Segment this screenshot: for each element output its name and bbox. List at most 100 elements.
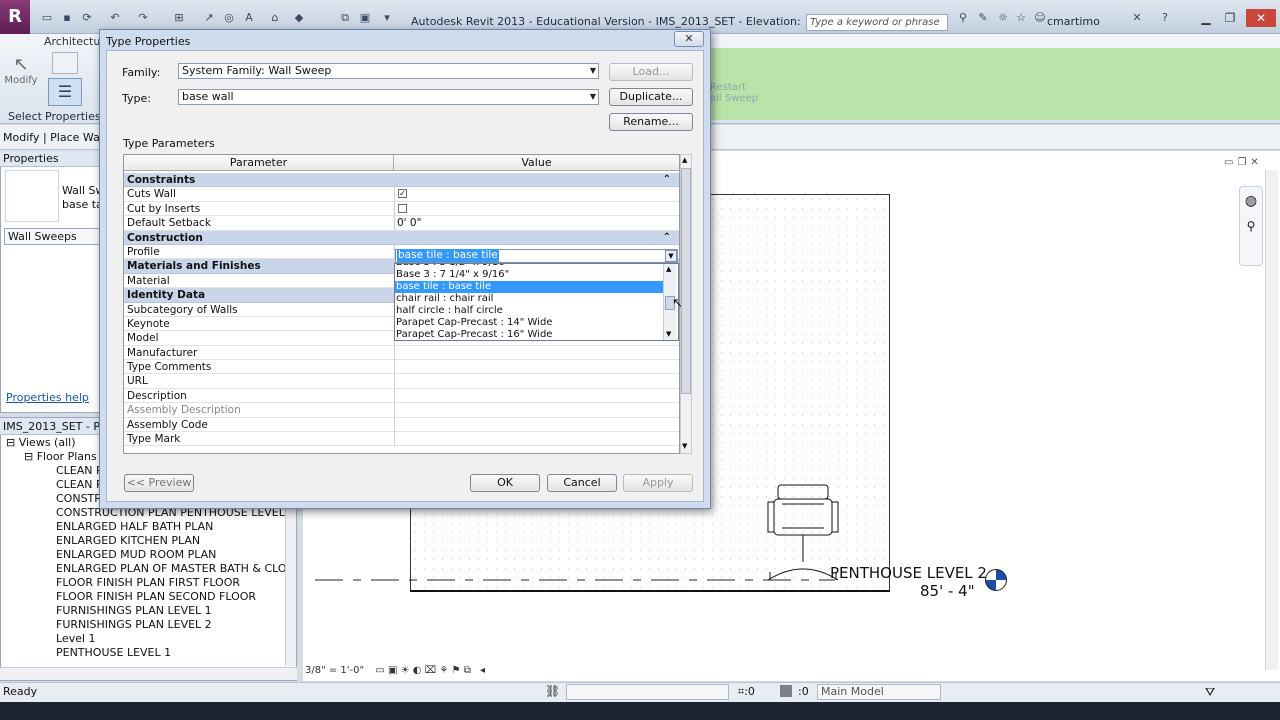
browser-horizontal-scrollbar[interactable]	[0, 667, 297, 680]
select-panel-label[interactable]: Select	[8, 110, 42, 123]
reveal-hidden-icon[interactable]: ⚑	[452, 665, 461, 676]
grid-scroll-thumb[interactable]	[681, 168, 691, 394]
view-scale[interactable]: 3/8" = 1'-0"	[305, 665, 364, 676]
profile-option[interactable]: Parapet Cap-Precast : 14" Wide	[395, 317, 663, 329]
browser-tree-item[interactable]: FURNISHINGS PLAN LEVEL 1	[4, 604, 288, 618]
sun-path-icon[interactable]: ☀	[401, 665, 410, 676]
browser-tree-item[interactable]: PENTHOUSE LEVEL 1	[4, 646, 288, 660]
parameter-group-row[interactable]: Constraints ⌃	[124, 173, 679, 188]
binoculars-icon[interactable]: ⚲	[956, 12, 970, 24]
properties-button[interactable]: ☰	[48, 78, 82, 106]
redo-icon[interactable]: ↷	[136, 12, 150, 24]
browser-tree-item[interactable]: FLOOR FINISH PLAN SECOND FLOOR	[4, 590, 288, 604]
filter-icon[interactable]: ⛛	[1205, 685, 1215, 700]
profile-option[interactable]: chair rail : chair rail	[395, 293, 663, 305]
worksharing-icon[interactable]: ⛓	[545, 684, 560, 698]
duplicate-button[interactable]: Duplicate...	[609, 88, 693, 106]
maximize-button[interactable]: ❐	[1220, 9, 1240, 27]
browser-tree-item[interactable]: ENLARGED KITCHEN PLAN	[4, 534, 288, 548]
view-window-controls[interactable]: ▭❐✕	[1224, 157, 1263, 168]
load-button[interactable]: Load...	[609, 63, 693, 81]
close-hidden-windows-icon[interactable]: ⧉	[338, 12, 352, 24]
temporary-hide-icon[interactable]: ⚘	[439, 665, 448, 676]
parameter-row[interactable]: Default Setback 0' 0"	[124, 216, 679, 231]
parameter-row[interactable]: URL	[124, 374, 679, 389]
parameter-checkbox[interactable]: ✓	[398, 189, 407, 199]
profile-option[interactable]: base tile : base tile	[395, 281, 663, 293]
browser-tree-item[interactable]: FLOOR FINISH PLAN FIRST FLOOR	[4, 576, 288, 590]
shadows-icon[interactable]: ◐	[413, 665, 422, 676]
scroll-left-icon[interactable]: ◂	[480, 665, 485, 676]
parameter-row[interactable]: Cut by Inserts	[124, 201, 679, 217]
view-vertical-scrollbar[interactable]	[1265, 170, 1278, 670]
parameter-row[interactable]: Type Comments	[124, 360, 679, 375]
zoom-icon[interactable]: ⚲	[1240, 219, 1262, 233]
tag-icon[interactable]: ◎	[222, 12, 236, 24]
design-options-icon[interactable]	[780, 685, 792, 697]
detail-level-icon[interactable]: ▭	[375, 665, 384, 676]
scroll-down-icon[interactable]: ▼	[682, 442, 687, 450]
level-elevation[interactable]: 85' - 4"	[920, 582, 975, 600]
sync-icon[interactable]: ⟳	[80, 12, 94, 24]
tree-toggle-icon[interactable]: ⊟	[6, 436, 19, 449]
parameter-column-header[interactable]: Parameter	[124, 155, 394, 171]
apply-button[interactable]: Apply	[623, 474, 693, 492]
active-model-dropdown[interactable]: Main Model	[817, 684, 941, 700]
parameter-row[interactable]: Assembly Description	[124, 403, 679, 418]
favorites-icon[interactable]: ☆	[1014, 12, 1028, 24]
browser-tree-item[interactable]: ENLARGED MUD ROOM PLAN	[4, 548, 288, 562]
application-menu-button[interactable]: R	[0, 0, 30, 34]
family-dropdown[interactable]: System Family: Wall Sweep ▼	[178, 63, 599, 79]
section-icon[interactable]: ◆	[292, 12, 306, 24]
scroll-up-icon[interactable]: ▲	[682, 156, 687, 164]
type-properties-icon[interactable]	[52, 52, 78, 74]
value-column-header[interactable]: Value	[394, 155, 679, 171]
design-option-dropdown[interactable]	[566, 684, 729, 700]
navigation-bar[interactable]: ◍ ⚲	[1239, 186, 1263, 266]
preview-button[interactable]: << Preview	[124, 474, 194, 492]
parameter-row[interactable]: Manufacturer	[124, 345, 679, 361]
save-icon[interactable]: ▪	[60, 12, 74, 24]
level-head-icon[interactable]	[985, 569, 1007, 591]
parameter-checkbox[interactable]	[398, 203, 407, 213]
ok-button[interactable]: OK	[470, 474, 540, 492]
browser-tree-item[interactable]: ENLARGED HALF BATH PLAN	[4, 520, 288, 534]
profile-option[interactable]: Base 3 : 7 1/4" x 9/16"	[395, 269, 663, 281]
minimize-button[interactable]: ▁	[1196, 9, 1216, 27]
tree-toggle-icon[interactable]: ⊟	[24, 450, 37, 463]
3d-view-icon[interactable]: ⌂	[268, 12, 282, 24]
list-scroll-up-icon[interactable]: ▲	[666, 265, 671, 273]
help-icon[interactable]: ?	[1158, 12, 1172, 24]
browser-tree-item[interactable]: Level 1	[4, 632, 288, 646]
visual-style-icon[interactable]: ▣	[388, 665, 397, 676]
close-window-button[interactable]: ✕	[1246, 9, 1276, 27]
user-icon[interactable]: ☺	[1033, 12, 1047, 24]
modify-button[interactable]: ↖ Modify	[4, 54, 38, 94]
measure-icon[interactable]: ⊞	[172, 12, 186, 24]
analytical-model-icon[interactable]: ⧉	[464, 665, 471, 676]
profile-selected-value[interactable]: base tile : base tile	[397, 249, 499, 262]
undo-icon[interactable]: ↶	[108, 12, 122, 24]
text-icon[interactable]: A	[242, 12, 256, 24]
profile-dropdown-arrow-icon[interactable]: ▼	[665, 250, 677, 262]
level-name[interactable]: PENTHOUSE LEVEL 2	[830, 564, 987, 582]
cancel-button[interactable]: Cancel	[547, 474, 617, 492]
open-icon[interactable]: ▭	[40, 12, 54, 24]
rename-button[interactable]: Rename...	[609, 113, 693, 131]
profile-option[interactable]: half circle : half circle	[395, 305, 663, 317]
properties-help-link[interactable]: Properties help	[6, 391, 89, 404]
search-input[interactable]: Type a keyword or phrase	[806, 14, 948, 31]
browser-tree-item[interactable]: ENLARGED PLAN OF MASTER BATH & CLOSET	[4, 562, 288, 576]
exchange-icon[interactable]: ✕	[1130, 12, 1144, 24]
parameter-group-row[interactable]: Construction ⌃	[124, 230, 679, 245]
user-name[interactable]: cmartimo	[1047, 15, 1100, 28]
subscription-icon[interactable]: ✎	[976, 12, 990, 24]
profile-options-list[interactable]: Base 3 : 5 1/2" x 9/16"Base 3 : 7 1/4" x…	[394, 263, 679, 341]
dialog-close-button[interactable]: ✕	[674, 31, 704, 47]
qat-dropdown-icon[interactable]: ▾	[380, 12, 394, 24]
switch-windows-icon[interactable]: ▣	[358, 12, 372, 24]
parameter-row[interactable]: Assembly Code	[124, 417, 679, 433]
parameter-row[interactable]: Type Mark	[124, 432, 679, 447]
collapse-icon[interactable]: ⌃	[663, 231, 671, 245]
parameter-row[interactable]: Description	[124, 388, 679, 404]
